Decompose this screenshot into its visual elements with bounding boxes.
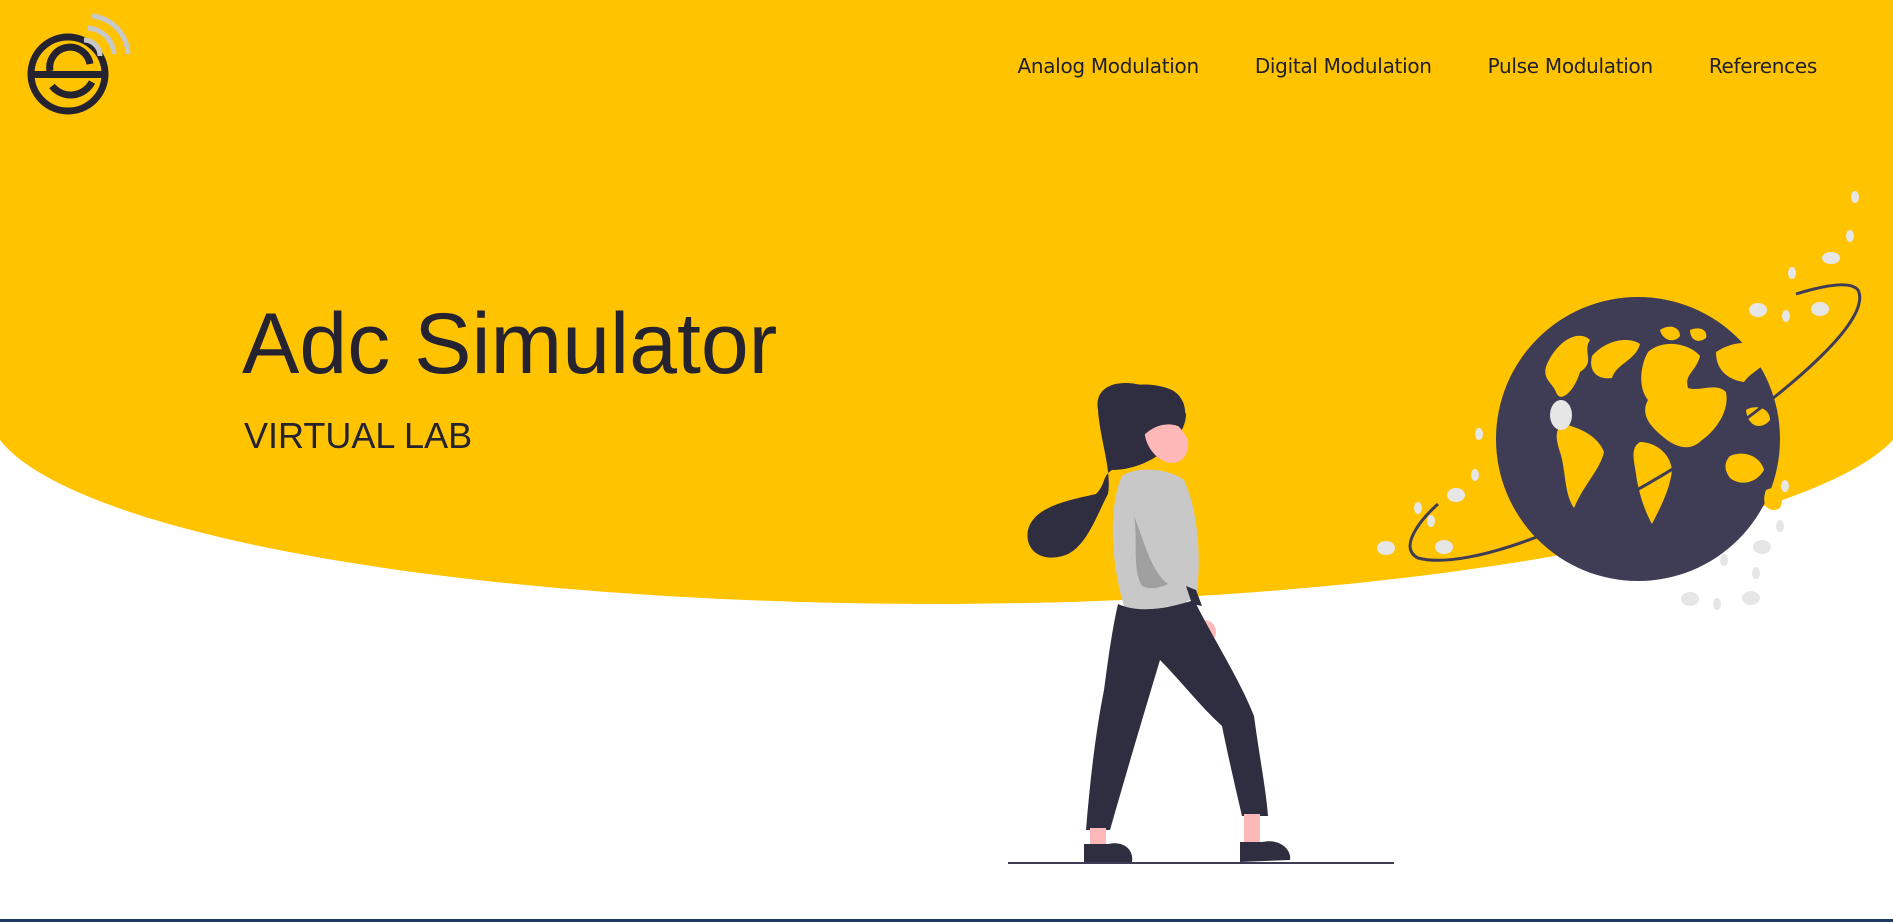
page-title: Adc Simulator: [242, 296, 778, 392]
nav-link-analog-modulation[interactable]: Analog Modulation: [1017, 54, 1199, 78]
wireless-e-logo-icon: [27, 13, 131, 115]
nav-link-references[interactable]: References: [1709, 54, 1817, 78]
page: Analog Modulation Digital Modulation Pul…: [0, 0, 1893, 922]
nav-link-digital-modulation[interactable]: Digital Modulation: [1255, 54, 1432, 78]
site-logo[interactable]: [22, 10, 138, 122]
main-nav: Analog Modulation Digital Modulation Pul…: [1017, 54, 1817, 78]
nav-link-pulse-modulation[interactable]: Pulse Modulation: [1488, 54, 1654, 78]
page-subtitle: VIRTUAL LAB: [244, 415, 473, 456]
